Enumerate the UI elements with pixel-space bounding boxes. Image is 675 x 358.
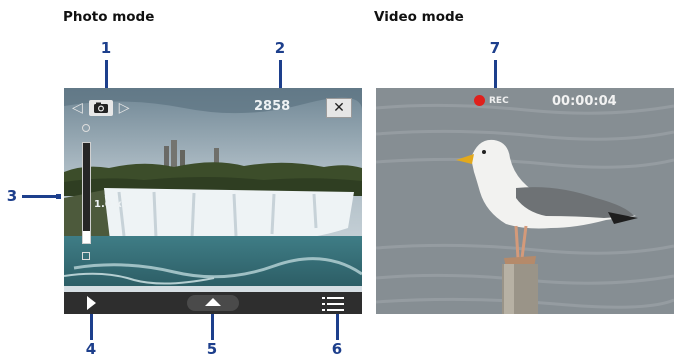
camera-icon[interactable] — [88, 100, 113, 116]
video-viewfinder — [376, 88, 674, 314]
close-button[interactable]: ✕ — [326, 98, 352, 118]
callout-line-3 — [22, 195, 58, 198]
next-mode-arrow-icon[interactable]: ▷ — [119, 101, 130, 115]
play-icon[interactable] — [87, 296, 96, 310]
callout-number-2: 2 — [274, 39, 286, 57]
record-dot-icon — [474, 95, 485, 106]
recording-indicator: REC — [474, 95, 509, 106]
zoom-track — [82, 142, 91, 244]
rec-label: REC — [489, 95, 509, 106]
video-mode-screen: REC 00:00:04 — [376, 88, 674, 314]
zoom-bar[interactable] — [80, 124, 92, 264]
callout-line-7 — [494, 60, 497, 88]
gull-eye — [482, 150, 486, 154]
callout-number-1: 1 — [100, 39, 112, 57]
callout-number-7: 7 — [489, 39, 501, 57]
callout-line-2 — [279, 60, 282, 88]
building — [164, 146, 169, 168]
callout-line-3-end — [56, 194, 61, 199]
callout-number-4: 4 — [85, 340, 97, 358]
callout-number-6: 6 — [331, 340, 343, 358]
callout-number-5: 5 — [206, 340, 218, 358]
photo-mode-heading: Photo mode — [63, 9, 155, 25]
zoom-level-fill — [83, 231, 90, 243]
callout-line-4 — [90, 314, 93, 340]
callout-line-5 — [211, 314, 214, 340]
callout-line-6 — [336, 314, 339, 340]
zoom-in-icon — [82, 124, 90, 132]
menu-icon[interactable] — [322, 296, 344, 311]
photo-mode-screen: ◁ ▷ 2858 ✕ 1.0 x — [64, 88, 362, 314]
eject-icon — [205, 298, 221, 306]
building — [171, 140, 177, 168]
eject-button[interactable] — [187, 295, 239, 311]
zoom-out-icon — [82, 252, 90, 260]
camera-toolbar — [64, 292, 362, 314]
shot-count: 2858 — [254, 99, 291, 114]
callout-line-1 — [105, 60, 108, 88]
previous-mode-arrow-icon[interactable]: ◁ — [72, 101, 83, 115]
callout-number-3: 3 — [6, 187, 18, 205]
video-mode-heading: Video mode — [374, 9, 464, 25]
zoom-value: 1.0 x — [94, 199, 122, 210]
mode-selector: ◁ ▷ — [72, 98, 130, 118]
close-icon: ✕ — [333, 100, 345, 116]
recording-timer: 00:00:04 — [552, 94, 617, 109]
post-highlight — [504, 264, 514, 314]
